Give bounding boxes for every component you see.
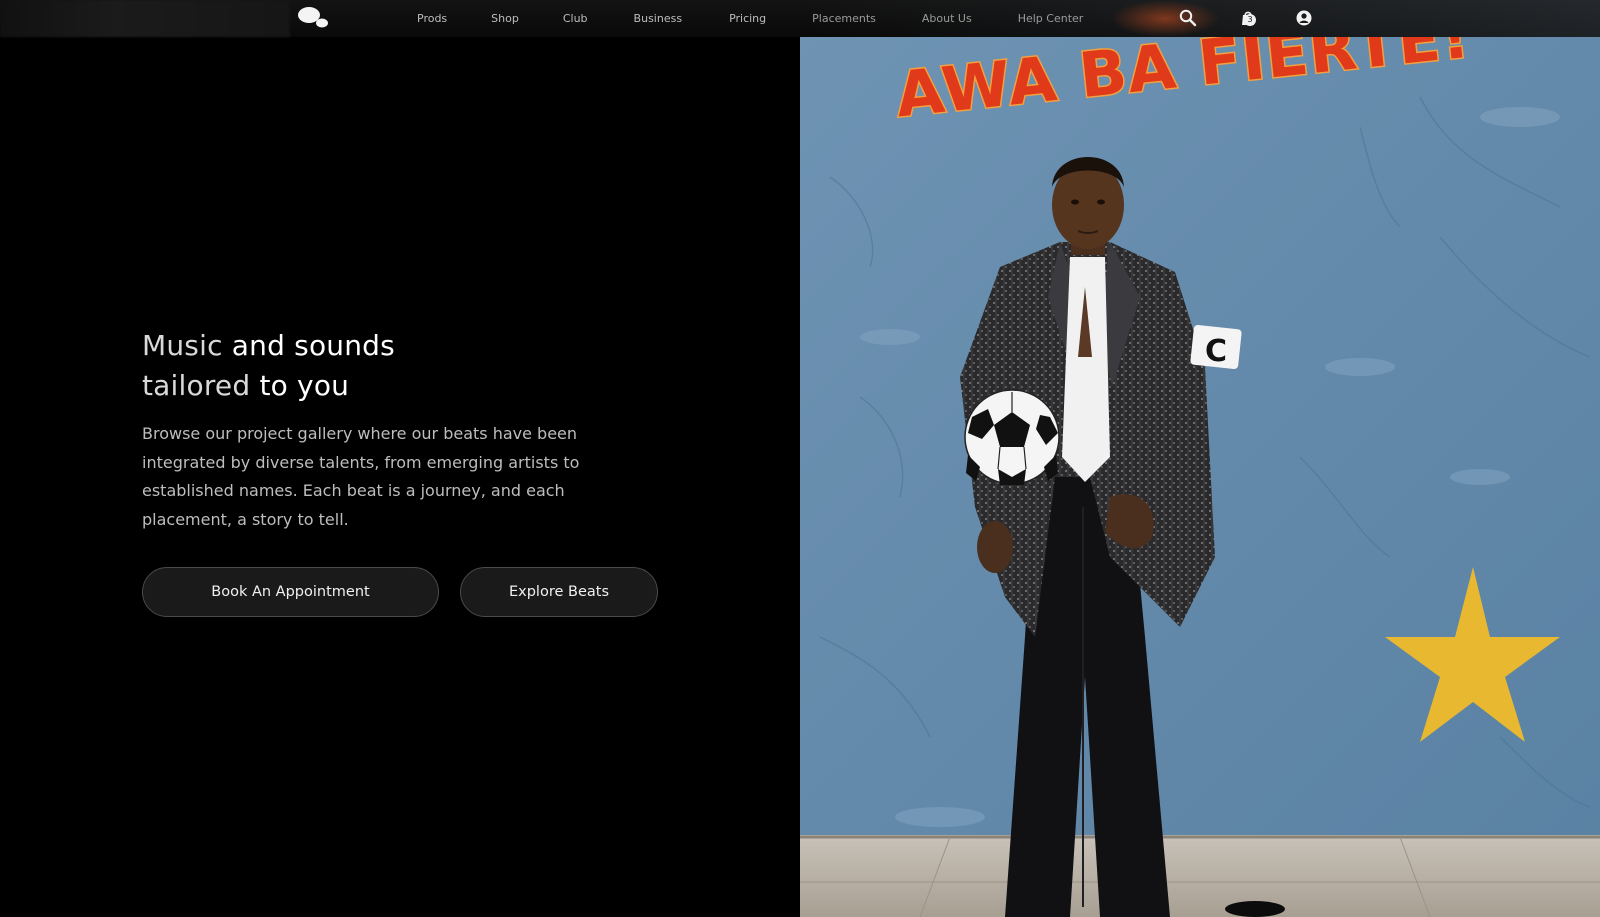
cart-count-badge: 3 <box>1244 14 1256 26</box>
search-icon[interactable] <box>1178 8 1198 28</box>
explore-beats-button[interactable]: Explore Beats <box>460 567 658 617</box>
hero-description: Browse our project gallery where our bea… <box>142 424 580 529</box>
hero-buttons: Book An Appointment Explore Beats <box>142 567 658 617</box>
nav-blurred-area <box>0 0 290 37</box>
armband-letter: C <box>1205 334 1227 369</box>
top-navigation: Prods Shop Club Business Pricing Placeme… <box>0 0 1600 37</box>
hero-copy: Music and sounds tailored to you Browse … <box>142 326 662 534</box>
nav-link-shop[interactable]: Shop <box>463 12 535 25</box>
nav-link-prods[interactable]: Prods <box>392 12 463 25</box>
hero-title-part: tailored <box>142 369 260 402</box>
page: Prods Shop Club Business Pricing Placeme… <box>0 0 1600 917</box>
nav-glow <box>1110 0 1220 37</box>
hero-photo: AWA BA FIERTE! C <box>800 37 1600 917</box>
user-icon[interactable] <box>1294 8 1314 28</box>
hero-title-part: and sounds <box>231 329 395 362</box>
logo-icon[interactable] <box>296 5 330 29</box>
nav-links: Prods Shop Club Business Pricing Placeme… <box>392 0 1099 37</box>
floor <box>800 835 1600 917</box>
nav-link-placements[interactable]: Placements <box>782 12 892 25</box>
nav-link-club[interactable]: Club <box>535 12 604 25</box>
shoe <box>1225 901 1285 917</box>
hero-title: Music and sounds tailored to you <box>142 326 662 406</box>
white-shirt <box>1062 257 1110 482</box>
book-appointment-button[interactable]: Book An Appointment <box>142 567 439 617</box>
nav-link-about-us[interactable]: About Us <box>892 12 988 25</box>
hero-title-part: Music <box>142 329 232 362</box>
hero-image: AWA BA FIERTE! C <box>800 37 1600 917</box>
left-hand <box>977 521 1013 573</box>
hero-title-part: to you <box>259 369 350 402</box>
soccer-ball <box>964 389 1060 485</box>
nav-link-pricing[interactable]: Pricing <box>698 12 782 25</box>
nav-link-business[interactable]: Business <box>604 12 699 25</box>
nav-link-help-center[interactable]: Help Center <box>988 12 1100 25</box>
